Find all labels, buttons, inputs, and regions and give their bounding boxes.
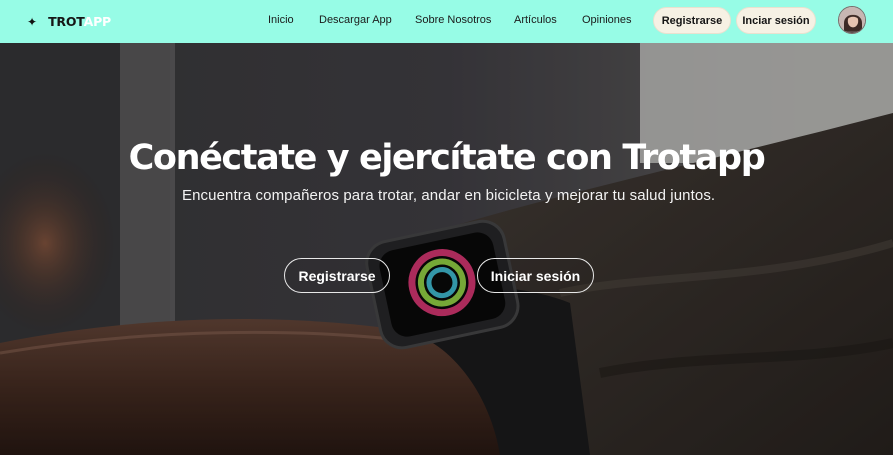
nav-login-button[interactable]: Inciar sesión (736, 7, 816, 34)
nav-link-descargar-app[interactable]: Descargar App (319, 14, 392, 26)
brand-logo[interactable]: ✦ TROTAPP (27, 0, 111, 43)
nav-register-button[interactable]: Registrarse (653, 7, 731, 34)
nav-link-articulos[interactable]: Artículos (514, 14, 557, 26)
hero-login-button[interactable]: Iniciar sesión (477, 258, 594, 293)
hero-subtitle: Encuentra compañeros para trotar, andar … (182, 187, 716, 204)
user-avatar[interactable] (838, 6, 866, 34)
nav-link-sobre-nosotros[interactable]: Sobre Nosotros (415, 14, 491, 26)
brand-name: TROTAPP (48, 14, 112, 29)
nav-link-inicio[interactable]: Inicio (268, 14, 294, 26)
nav-link-opiniones[interactable]: Opiniones (582, 14, 632, 26)
user-avatar-icon (839, 7, 865, 33)
hero-register-button[interactable]: Registrarse (284, 258, 390, 293)
hero-section: Conéctate y ejercítate con Trotapp Encue… (0, 43, 893, 455)
hero-background-image (0, 43, 893, 455)
sparkle-icon: ✦ (27, 14, 38, 29)
hero-title: Conéctate y ejercítate con Trotapp (128, 138, 766, 178)
top-nav-bar: ✦ TROTAPP Inicio Descargar App Sobre Nos… (0, 0, 893, 43)
